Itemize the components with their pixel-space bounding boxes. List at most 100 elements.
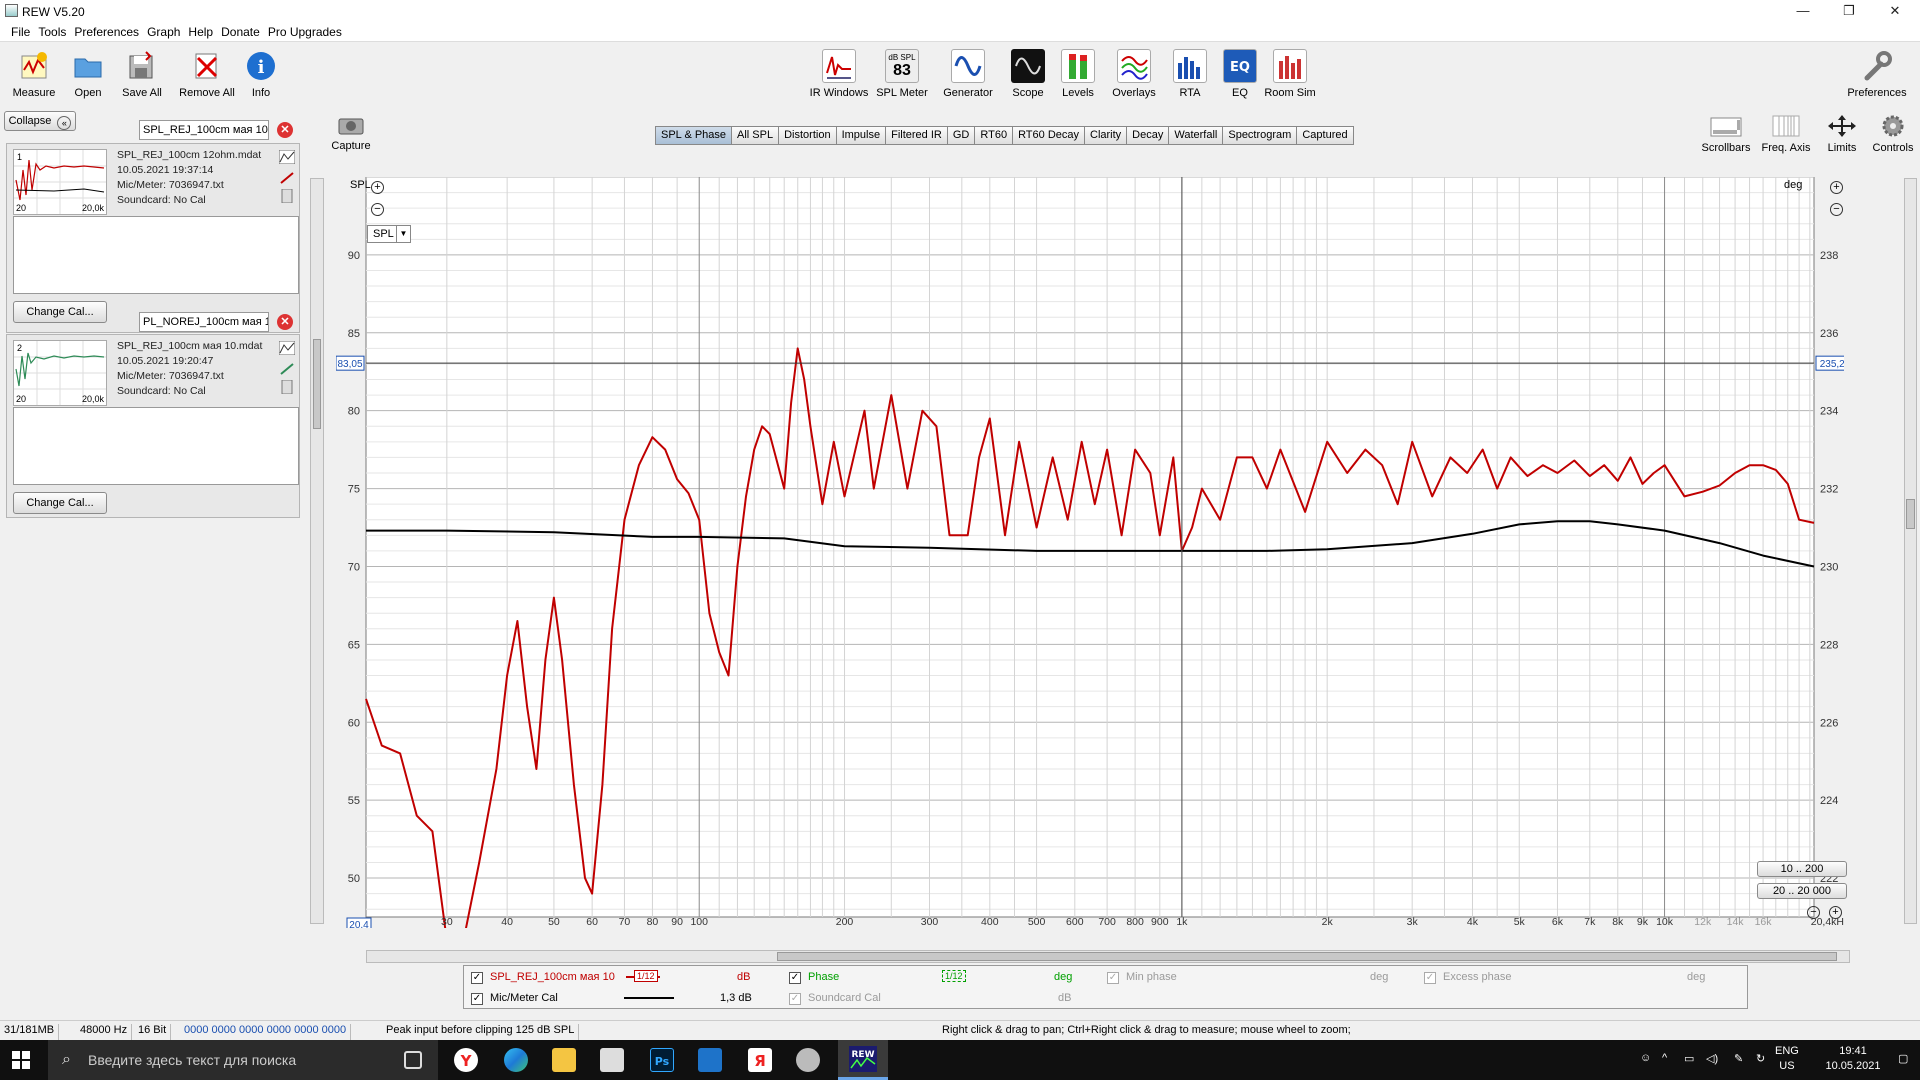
measurement-2-notes[interactable] bbox=[13, 407, 299, 485]
tray-chevron-up-icon[interactable]: ^ bbox=[1662, 1052, 1667, 1064]
menu-donate[interactable]: Donate bbox=[217, 22, 264, 39]
menu-help[interactable]: Help bbox=[184, 22, 217, 39]
tab-rt60[interactable]: RT60 bbox=[975, 126, 1014, 145]
measurement-1-color-icon[interactable] bbox=[279, 171, 295, 185]
measurement-2-color-icon[interactable] bbox=[279, 362, 295, 376]
change-cal-button-1[interactable]: Change Cal... bbox=[13, 301, 107, 323]
info-button[interactable]: i Info bbox=[242, 49, 280, 99]
tray-network-icon[interactable]: ▭ bbox=[1684, 1052, 1694, 1065]
legend-excess-phase-checkbox[interactable]: ✓ bbox=[1424, 972, 1436, 984]
tab-captured[interactable]: Captured bbox=[1297, 126, 1354, 145]
legend-min-phase-checkbox[interactable]: ✓ bbox=[1107, 972, 1119, 984]
menu-preferences[interactable]: Preferences bbox=[70, 22, 143, 39]
chevron-down-icon[interactable]: ▼ bbox=[396, 226, 410, 242]
menu-pro-upgrades[interactable]: Pro Upgrades bbox=[264, 22, 346, 39]
clock[interactable]: 19:41 10.05.2021 bbox=[1820, 1045, 1886, 1072]
controls-button[interactable]: Controls bbox=[1868, 113, 1918, 154]
legend-phase-smoothing[interactable]: 1/12 bbox=[942, 970, 966, 982]
tab-waterfall[interactable]: Waterfall bbox=[1169, 126, 1224, 145]
menu-file[interactable]: File bbox=[7, 22, 34, 39]
overlays-button[interactable]: Overlays bbox=[1106, 49, 1162, 99]
legend-spl-smoothing[interactable]: 1/12 bbox=[634, 970, 658, 982]
notifications-icon[interactable]: ▢ bbox=[1898, 1052, 1908, 1065]
measure-button[interactable]: Measure bbox=[6, 49, 62, 99]
graph-horizontal-scrollbar[interactable] bbox=[366, 950, 1850, 963]
tab-decay[interactable]: Decay bbox=[1127, 126, 1170, 145]
legend-soundcard-cal-checkbox[interactable]: ✓ bbox=[789, 993, 801, 1005]
minimize-icon[interactable]: — bbox=[1780, 0, 1826, 22]
graph-vertical-scrollbar[interactable] bbox=[1904, 178, 1917, 924]
generator-button[interactable]: Generator bbox=[940, 49, 996, 99]
windows-start-icon[interactable] bbox=[12, 1051, 30, 1069]
tab-gd[interactable]: GD bbox=[947, 126, 976, 145]
mail-icon[interactable] bbox=[698, 1048, 722, 1072]
menu-graph[interactable]: Graph bbox=[143, 22, 184, 39]
change-cal-button-2[interactable]: Change Cal... bbox=[13, 492, 107, 514]
limits-button[interactable]: Limits bbox=[1818, 113, 1866, 154]
remove-measurement-1-icon[interactable]: ✕ bbox=[277, 122, 293, 138]
measurement-2-notes-icon[interactable] bbox=[279, 379, 295, 395]
graph-horizontal-scrollbar-thumb[interactable] bbox=[777, 952, 1837, 961]
save-all-button[interactable]: Save All bbox=[116, 49, 168, 99]
zoom-in-x-icon[interactable]: + bbox=[1829, 906, 1842, 919]
graph-area[interactable]: 90 85 80 75 70 65 60 55 50 238 236 234 232 230 228 226 2… bbox=[336, 177, 1844, 928]
scope-button[interactable]: Scope bbox=[1002, 49, 1054, 99]
measurement-1-card[interactable]: 1 20 20,0k SPL_REJ_100cm 12ohm.mdat 10.0… bbox=[6, 143, 300, 333]
tab-distortion[interactable]: Distortion bbox=[779, 126, 837, 145]
restore-icon[interactable]: ❐ bbox=[1826, 0, 1872, 22]
taskbar-search-input[interactable]: ⌕ Введите здесь текст для поиска bbox=[48, 1040, 438, 1080]
measurement-1-notes[interactable] bbox=[13, 216, 299, 294]
capture-button[interactable]: Capture bbox=[328, 113, 374, 152]
menu-tools[interactable]: Tools bbox=[34, 22, 70, 39]
tab-spectrogram[interactable]: Spectrogram bbox=[1223, 126, 1298, 145]
measurement-1-notes-icon[interactable] bbox=[279, 188, 295, 204]
open-button[interactable]: Open bbox=[62, 49, 114, 99]
legend-phase-checkbox[interactable]: ✓ bbox=[789, 972, 801, 984]
tray-pen-icon[interactable]: ✎ bbox=[1734, 1052, 1743, 1065]
measurement-2-name-box[interactable]: PL_NOREJ_100cm мая 10 bbox=[139, 312, 269, 332]
graph-type-select[interactable]: SPL ▼ bbox=[367, 225, 411, 243]
panel-scrollbar-thumb[interactable] bbox=[313, 339, 321, 429]
tab-impulse[interactable]: Impulse bbox=[836, 126, 887, 145]
range-10-200-button[interactable]: 10 .. 200 bbox=[1757, 861, 1847, 877]
panel-scrollbar[interactable] bbox=[310, 178, 324, 924]
graph-vertical-scrollbar-thumb[interactable] bbox=[1906, 499, 1915, 529]
measurement-1-graph-icon[interactable] bbox=[278, 149, 296, 165]
task-view-icon[interactable] bbox=[404, 1051, 422, 1069]
range-20-20000-button[interactable]: 20 .. 20 000 bbox=[1757, 883, 1847, 899]
ir-windows-button[interactable]: IR Windows bbox=[808, 49, 870, 99]
zoom-out-y-right-icon[interactable]: − bbox=[1830, 203, 1843, 216]
legend-mic-cal-checkbox[interactable]: ✓ bbox=[471, 993, 483, 1005]
tray-sync-icon[interactable]: ↻ bbox=[1756, 1052, 1765, 1065]
spl-phase-graph[interactable]: 90 85 80 75 70 65 60 55 50 238 236 234 232 230 228 226 2… bbox=[336, 177, 1844, 928]
preferences-button[interactable]: Preferences bbox=[1844, 49, 1910, 99]
freq-axis-button[interactable]: Freq. Axis bbox=[1758, 113, 1814, 154]
remove-all-button[interactable]: Remove All bbox=[174, 49, 240, 99]
zoom-in-y-right-icon[interactable]: + bbox=[1830, 181, 1843, 194]
rew-taskbar-button[interactable]: REW bbox=[838, 1040, 888, 1080]
scrollbars-button[interactable]: Scrollbars bbox=[1698, 113, 1754, 154]
store-icon[interactable] bbox=[600, 1048, 624, 1072]
tray-volume-icon[interactable]: ◁) bbox=[1706, 1052, 1718, 1065]
yandex-browser-icon[interactable]: Y bbox=[454, 1048, 478, 1072]
zoom-out-y-left-icon[interactable]: − bbox=[371, 203, 384, 216]
spl-meter-button[interactable]: dB SPL 83 SPL Meter bbox=[874, 49, 930, 99]
zoom-out-x-icon[interactable]: − bbox=[1807, 906, 1820, 919]
legend-spl-checkbox[interactable]: ✓ bbox=[471, 972, 483, 984]
language-indicator[interactable]: ENG US bbox=[1775, 1045, 1799, 1072]
photoshop-icon[interactable]: Ps bbox=[650, 1048, 674, 1072]
zoom-in-y-left-icon[interactable]: + bbox=[371, 181, 384, 194]
collapse-button[interactable]: Collapse « bbox=[4, 111, 76, 131]
measurement-2-graph-icon[interactable] bbox=[278, 340, 296, 356]
levels-button[interactable]: Levels bbox=[1052, 49, 1104, 99]
tab-filtered-ir[interactable]: Filtered IR bbox=[886, 126, 948, 145]
tray-person-icon[interactable]: ☺ bbox=[1640, 1052, 1651, 1064]
tab-rt60-decay[interactable]: RT60 Decay bbox=[1013, 126, 1085, 145]
tab-all-spl[interactable]: All SPL bbox=[732, 126, 780, 145]
remove-measurement-2-icon[interactable]: ✕ bbox=[277, 314, 293, 330]
rta-button[interactable]: RTA bbox=[1170, 49, 1210, 99]
edge-browser-icon[interactable] bbox=[504, 1048, 528, 1072]
app-icon-gray[interactable] bbox=[796, 1048, 820, 1072]
close-icon[interactable]: ✕ bbox=[1872, 0, 1918, 22]
tab-clarity[interactable]: Clarity bbox=[1085, 126, 1128, 145]
